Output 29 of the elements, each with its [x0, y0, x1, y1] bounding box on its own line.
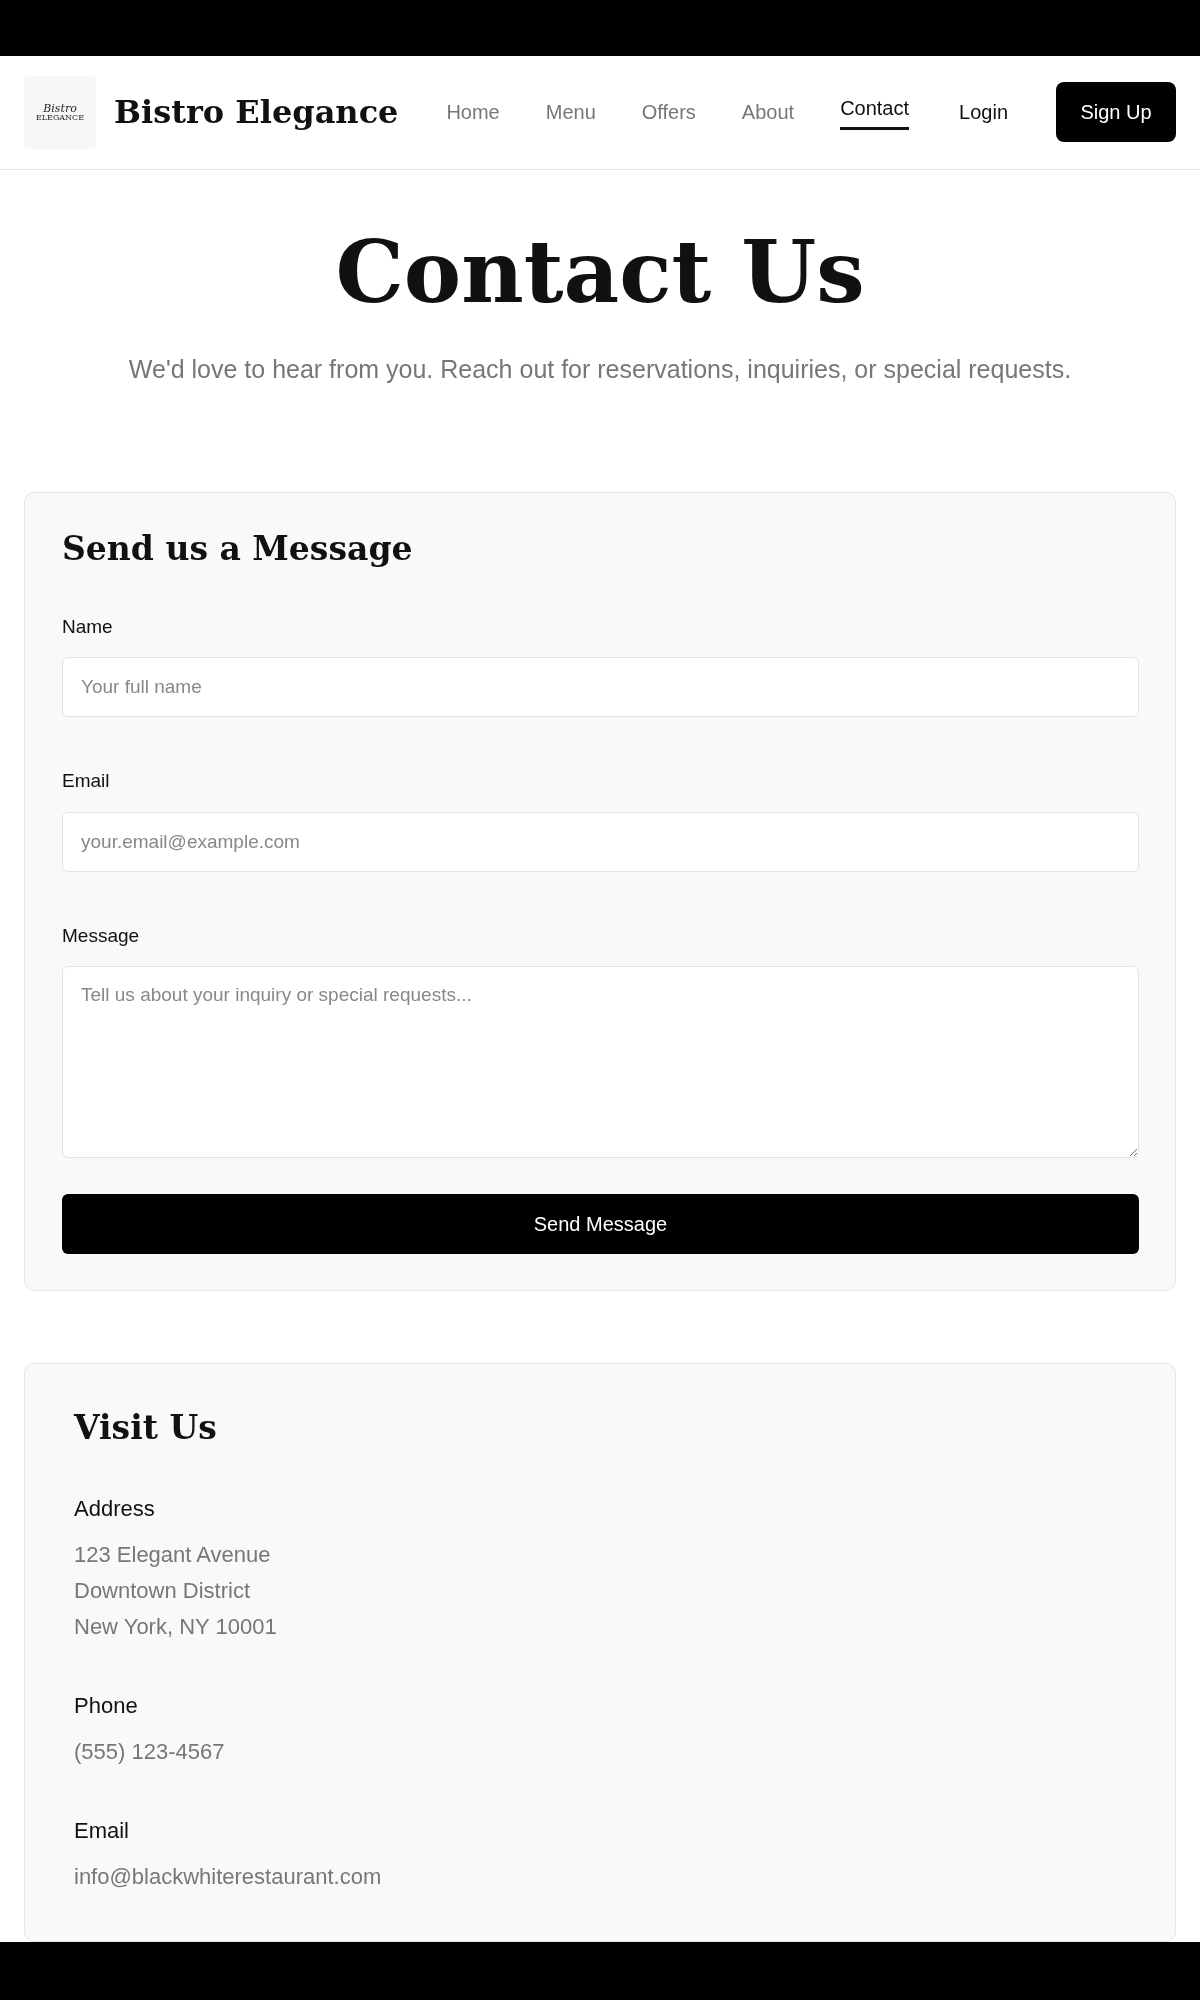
info-label: Email [74, 1816, 130, 1845]
nav-link[interactable]: Contact [840, 88, 910, 130]
info-text: 123 Elegant Avenue [74, 1540, 272, 1569]
info-text: Downtown District [74, 1576, 252, 1605]
info-label: Address [74, 1494, 156, 1523]
brand-name: Bistro Elegance [114, 92, 399, 134]
nav-link[interactable]: Home [446, 93, 500, 132]
login-button[interactable]: Login [953, 96, 1014, 129]
input-field[interactable]: your.email@example.com [62, 811, 1139, 872]
field-label: Email [62, 769, 111, 794]
logo-text: Bistro [43, 102, 77, 114]
info-label: Phone [74, 1691, 139, 1720]
page-subtitle: We'd love to hear from you. Reach out for reservations, inquiries, or special requests. [127, 353, 1073, 385]
info-text: New York, NY 10001 [74, 1612, 278, 1641]
send-message-button[interactable]: Send Message [62, 1194, 1139, 1255]
field-label: Name [62, 614, 114, 639]
info-text: (555) 123-4567 [74, 1737, 226, 1766]
section-title: Visit Us [74, 1408, 218, 1448]
nav-link[interactable]: About [741, 93, 795, 132]
field-label: Message [62, 923, 141, 948]
form-title: Send us a Message [62, 529, 414, 569]
nav-link[interactable]: Offers [641, 93, 696, 132]
input-field[interactable]: Your full name [62, 657, 1139, 718]
nav-link[interactable]: Menu [545, 93, 596, 132]
sign-up-button[interactable]: Sign Up [1056, 82, 1176, 143]
logo-text: ELEGANCE [35, 113, 85, 122]
message-field[interactable]: Tell us about your inquiry or special requests... [62, 966, 1139, 1159]
info-text: info@blackwhiterestaurant.com [74, 1862, 383, 1891]
page-title: Contact Us [334, 219, 866, 323]
